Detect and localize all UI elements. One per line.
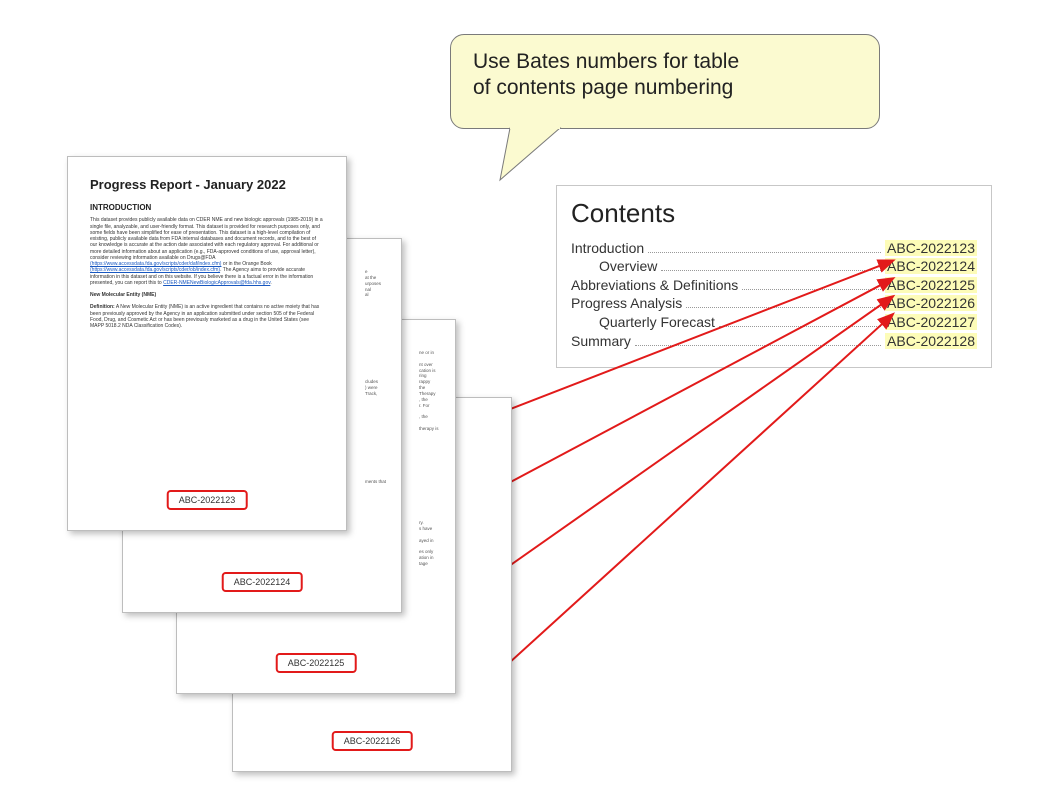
- callout-bubble: Use Bates numbers for table of contents …: [450, 34, 880, 129]
- doc-page-1: Progress Report - January 2022 INTRODUCT…: [67, 156, 347, 531]
- page-edge-text: ne or innt overcation isringrappytheTher…: [419, 350, 449, 432]
- doc-title: Progress Report - January 2022: [90, 177, 324, 193]
- toc-label: Overview: [599, 258, 657, 274]
- doc-paragraph: Definition: A New Molecular Entity (NME)…: [90, 304, 324, 329]
- toc-dots: [686, 295, 881, 309]
- toc-label: Quarterly Forecast: [599, 314, 715, 330]
- doc-paragraph: This dataset provides publicly available…: [90, 217, 324, 286]
- page-edge-text: cludes) wereTrack,: [365, 379, 395, 397]
- toc-page: ABC-2022123: [885, 240, 977, 256]
- toc-dots: [661, 258, 881, 272]
- toc-dots: [648, 239, 881, 253]
- page-edge-text: ry.s haveayed ines onlyation intage: [419, 520, 449, 567]
- callout-line2: of contents page numbering: [473, 75, 857, 101]
- contents-heading: Contents: [571, 198, 977, 229]
- toc-row: Quarterly Forecast ABC-2022127: [571, 313, 977, 330]
- toc-dots: [742, 276, 881, 290]
- bates-label: ABC-2022124: [222, 572, 303, 592]
- contents-panel: Contents Introduction ABC-2022123 Overvi…: [556, 185, 992, 368]
- toc-label: Introduction: [571, 240, 644, 256]
- toc-dots: [719, 313, 881, 327]
- diagram-stage: Use Bates numbers for table of contents …: [0, 0, 1038, 805]
- doc-nme-heading: New Molecular Entity (NME): [90, 292, 324, 298]
- bates-label: ABC-2022123: [167, 490, 248, 510]
- toc-page: ABC-2022127: [885, 314, 977, 330]
- toc-row: Overview ABC-2022124: [571, 258, 977, 275]
- bates-label: ABC-2022125: [276, 653, 357, 673]
- toc-page: ABC-2022126: [885, 295, 977, 311]
- toc-row: Introduction ABC-2022123: [571, 239, 977, 256]
- bates-label: ABC-2022126: [332, 731, 413, 751]
- page-edge-text: ments that: [365, 479, 395, 485]
- doc-intro-heading: INTRODUCTION: [90, 203, 324, 213]
- toc-label: Abbreviations & Definitions: [571, 277, 738, 293]
- toc-page: ABC-2022128: [885, 333, 977, 349]
- toc-row: Summary ABC-2022128: [571, 332, 977, 349]
- toc-list: Introduction ABC-2022123 Overview ABC-20…: [571, 239, 977, 349]
- toc-row: Abbreviations & Definitions ABC-2022125: [571, 276, 977, 293]
- page-edge-text: eat theurposesnalal: [365, 269, 395, 298]
- toc-page: ABC-2022124: [885, 258, 977, 274]
- toc-row: Progress Analysis ABC-2022126: [571, 295, 977, 312]
- callout-line1: Use Bates numbers for table: [473, 49, 857, 75]
- toc-page: ABC-2022125: [885, 277, 977, 293]
- toc-dots: [635, 332, 881, 346]
- doc-body: Progress Report - January 2022 INTRODUCT…: [68, 157, 346, 345]
- toc-label: Summary: [571, 333, 631, 349]
- toc-label: Progress Analysis: [571, 295, 682, 311]
